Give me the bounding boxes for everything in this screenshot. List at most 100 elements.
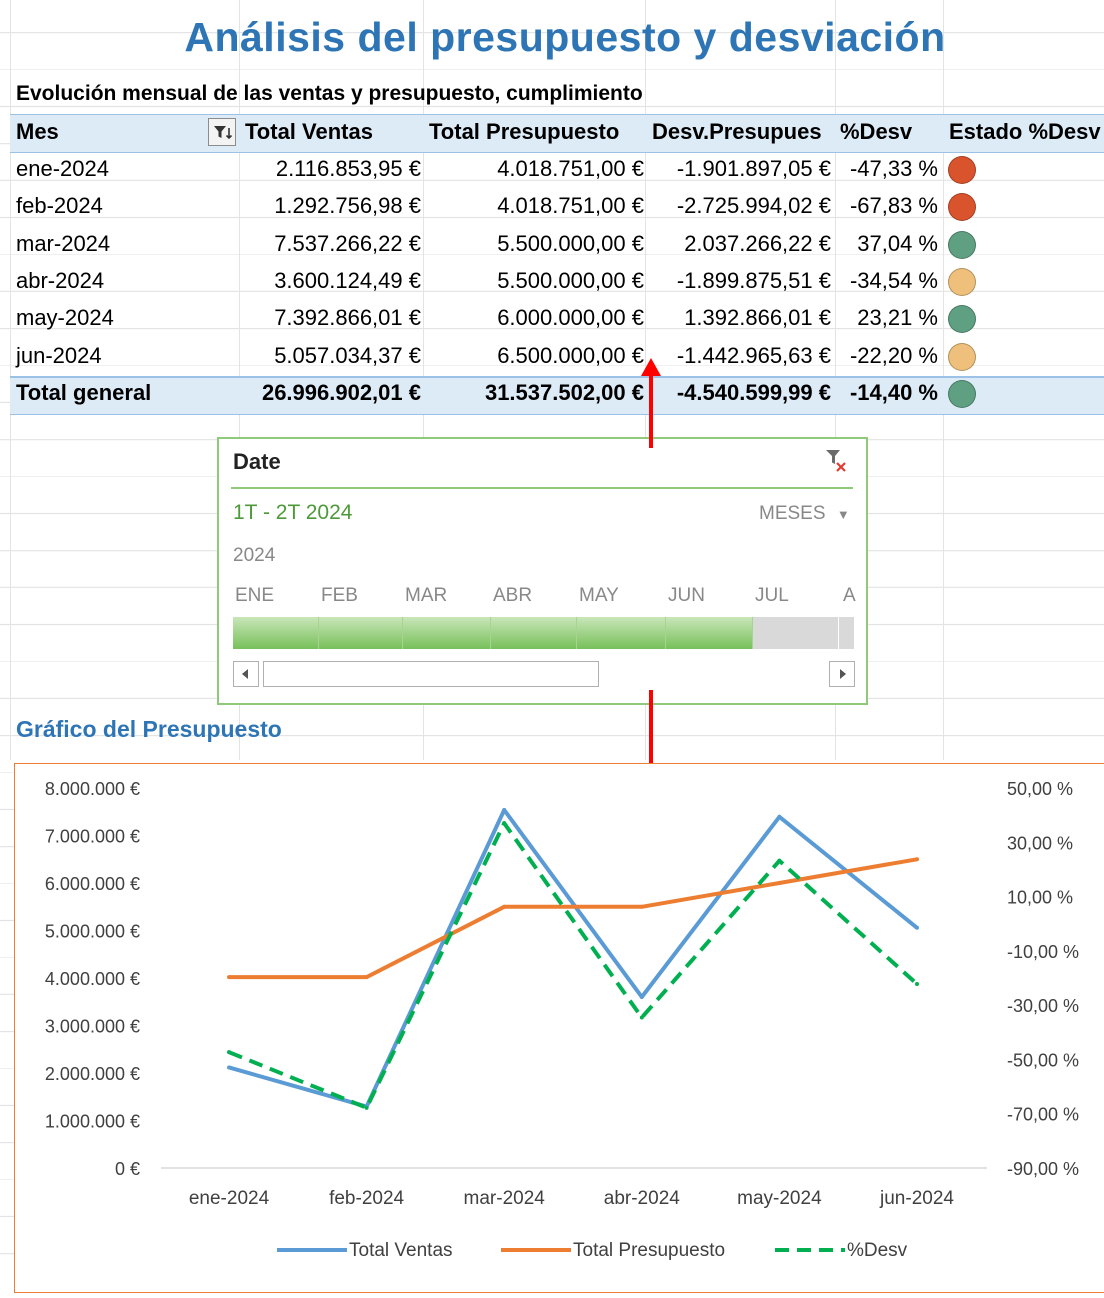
row-desv-cell: -1.901.897,05 € bbox=[676, 156, 831, 181]
header-total-presupuesto: Total Presupuesto bbox=[429, 119, 620, 144]
row-filter-button[interactable] bbox=[208, 118, 236, 146]
left-axis-tick-label: 3.000.000 € bbox=[45, 1017, 140, 1037]
status-indicator-icon bbox=[948, 342, 976, 371]
data-point-total-ventas bbox=[227, 1065, 231, 1070]
row-mes-cell: ene-2024 bbox=[16, 156, 109, 181]
header-pct-desv: %Desv bbox=[840, 119, 913, 144]
row-mes-cell: feb-2024 bbox=[16, 193, 103, 219]
timeline-month-label: MAY bbox=[579, 585, 619, 606]
timeline-level-label: MESES bbox=[759, 503, 826, 524]
header-desv-presupuesto: Desv.Presupues bbox=[652, 119, 822, 144]
scroll-thumb[interactable] bbox=[263, 661, 599, 687]
row-presupuesto-cell: 6.500.000,00 € bbox=[497, 342, 644, 368]
row-presupuesto-cell: 5.500.000,00 € bbox=[497, 267, 644, 293]
left-axis-tick-label: 4.000.000 € bbox=[45, 969, 140, 989]
status-indicator-icon bbox=[948, 267, 976, 296]
line-chart-svg: 0 € 1.000.000 € 2.000.000 € 3.000.000 € 4.00… bbox=[45, 779, 1079, 1261]
arrow-left-icon bbox=[242, 669, 248, 679]
row-ventas-cell: 3.600.124,49 € bbox=[274, 267, 421, 293]
timeline-month-segment[interactable] bbox=[839, 617, 855, 649]
budget-chart[interactable]: 0 € 1.000.000 € 2.000.000 € 3.000.000 € 4.00… bbox=[14, 763, 1104, 1293]
data-point-total-ventas bbox=[639, 994, 644, 999]
right-axis-tick-label: 50,00 % bbox=[1007, 779, 1073, 799]
row-presupuesto-cell: 4.018.751,00 € bbox=[497, 193, 644, 219]
clear-filter-icon[interactable] bbox=[823, 447, 851, 477]
legend-label: Total Ventas bbox=[349, 1240, 453, 1261]
right-axis-tick-label: 30,00 % bbox=[1007, 833, 1073, 853]
scroll-left-button[interactable] bbox=[233, 661, 259, 687]
right-axis-tick-label: -30,00 % bbox=[1007, 996, 1079, 1016]
data-point-desv bbox=[227, 1050, 231, 1055]
series-line-total-ventas bbox=[228, 808, 919, 1109]
total-pct-cell: -14,40 % bbox=[849, 379, 938, 405]
timeline-selected-range: 1T - 2T 2024 bbox=[233, 501, 353, 524]
timeline-bar[interactable] bbox=[233, 617, 855, 649]
scroll-right-button[interactable] bbox=[829, 661, 855, 687]
row-desv-cell: 1.392.866,01 € bbox=[684, 305, 831, 331]
data-point-total-presupuesto bbox=[639, 904, 644, 909]
row-desv-cell: 2.037.266,22 € bbox=[684, 230, 831, 256]
status-indicator-icon bbox=[948, 230, 976, 259]
timeline-month-segment[interactable] bbox=[577, 617, 666, 649]
arrow-right-icon bbox=[840, 669, 846, 679]
left-axis-tick-label: 0 € bbox=[115, 1159, 140, 1179]
row-pct-cell: -67,83 % bbox=[849, 193, 938, 219]
timeline-month-segment[interactable] bbox=[233, 617, 319, 649]
timeline-title: Date bbox=[233, 449, 281, 474]
timeline-year: 2024 bbox=[233, 545, 276, 566]
legend-label: %Desv bbox=[847, 1240, 908, 1261]
x-axis-tick-label: feb-2024 bbox=[329, 1188, 404, 1209]
timeline-month-label: JUN bbox=[668, 585, 705, 606]
row-mes-cell: mar-2024 bbox=[16, 230, 111, 256]
x-axis-tick-label: abr-2024 bbox=[604, 1188, 680, 1209]
date-timeline-slicer[interactable]: Date 1T - 2T 2024 MESES ▼ 2024 ENE FEB MAR… bbox=[217, 437, 868, 705]
row-pct-cell: 23,21 % bbox=[857, 305, 938, 331]
row-pct-cell: -47,33 % bbox=[849, 156, 938, 181]
data-point-desv bbox=[915, 981, 919, 986]
timeline-scrollbar[interactable] bbox=[233, 661, 855, 691]
annotation-arrow-up bbox=[641, 358, 661, 448]
x-axis-tick-label: jun-2024 bbox=[879, 1188, 954, 1209]
timeline-month-segment[interactable] bbox=[491, 617, 577, 649]
timeline-month-segment[interactable] bbox=[403, 617, 491, 649]
data-point-desv bbox=[502, 821, 507, 826]
timeline-month-label: ENE bbox=[235, 585, 275, 606]
x-axis-tick-label: may-2024 bbox=[737, 1188, 822, 1209]
header-mes: Mes bbox=[16, 119, 59, 144]
timeline-month-segment[interactable] bbox=[319, 617, 403, 649]
left-axis-tick-label: 6.000.000 € bbox=[45, 874, 140, 894]
right-axis-tick-label: 10,00 % bbox=[1007, 888, 1073, 908]
total-ventas-cell: 26.996.902,01 € bbox=[261, 379, 421, 405]
x-axis-tick-label: ene-2024 bbox=[189, 1188, 270, 1209]
data-point-total-ventas bbox=[915, 925, 919, 930]
left-axis-tick-label: 1.000.000 € bbox=[45, 1112, 140, 1132]
row-desv-cell: -1.899.875,51 € bbox=[676, 267, 831, 293]
chart-title: Gráfico del Presupuesto bbox=[16, 716, 282, 742]
row-mes-cell: abr-2024 bbox=[16, 267, 105, 293]
row-ventas-cell: 7.392.866,01 € bbox=[274, 305, 421, 331]
right-axis-tick-label: -10,00 % bbox=[1007, 942, 1079, 962]
data-point-desv bbox=[639, 1015, 644, 1020]
row-presupuesto-cell: 4.018.751,00 € bbox=[497, 156, 644, 181]
row-desv-cell: -2.725.994,02 € bbox=[676, 193, 831, 219]
row-pct-cell: -22,20 % bbox=[849, 342, 938, 368]
timeline-month-segment[interactable] bbox=[666, 617, 753, 649]
row-desv-cell: -1.442.965,63 € bbox=[676, 342, 831, 368]
legend-label: Total Presupuesto bbox=[573, 1240, 725, 1261]
row-ventas-cell: 1.292.756,98 € bbox=[274, 193, 421, 219]
timeline-separator bbox=[231, 487, 853, 489]
timeline-month-label: MAR bbox=[405, 585, 448, 606]
data-point-total-presupuesto bbox=[502, 904, 507, 909]
header-total-ventas: Total Ventas bbox=[245, 119, 373, 144]
data-point-total-ventas bbox=[502, 807, 507, 812]
timeline-month-segment[interactable] bbox=[753, 617, 839, 649]
timeline-level-dropdown[interactable]: MESES ▼ bbox=[759, 503, 850, 525]
left-axis-tick-label: 7.000.000 € bbox=[45, 827, 140, 847]
filter-icon bbox=[214, 126, 233, 140]
status-indicator-icon bbox=[948, 379, 976, 408]
row-presupuesto-cell: 5.500.000,00 € bbox=[497, 230, 644, 256]
row-presupuesto-cell: 6.000.000,00 € bbox=[497, 305, 644, 331]
page-title: Análisis del presupuesto y desviación bbox=[184, 14, 946, 60]
series-line-desv bbox=[228, 821, 919, 1110]
row-pct-cell: 37,04 % bbox=[857, 230, 938, 256]
